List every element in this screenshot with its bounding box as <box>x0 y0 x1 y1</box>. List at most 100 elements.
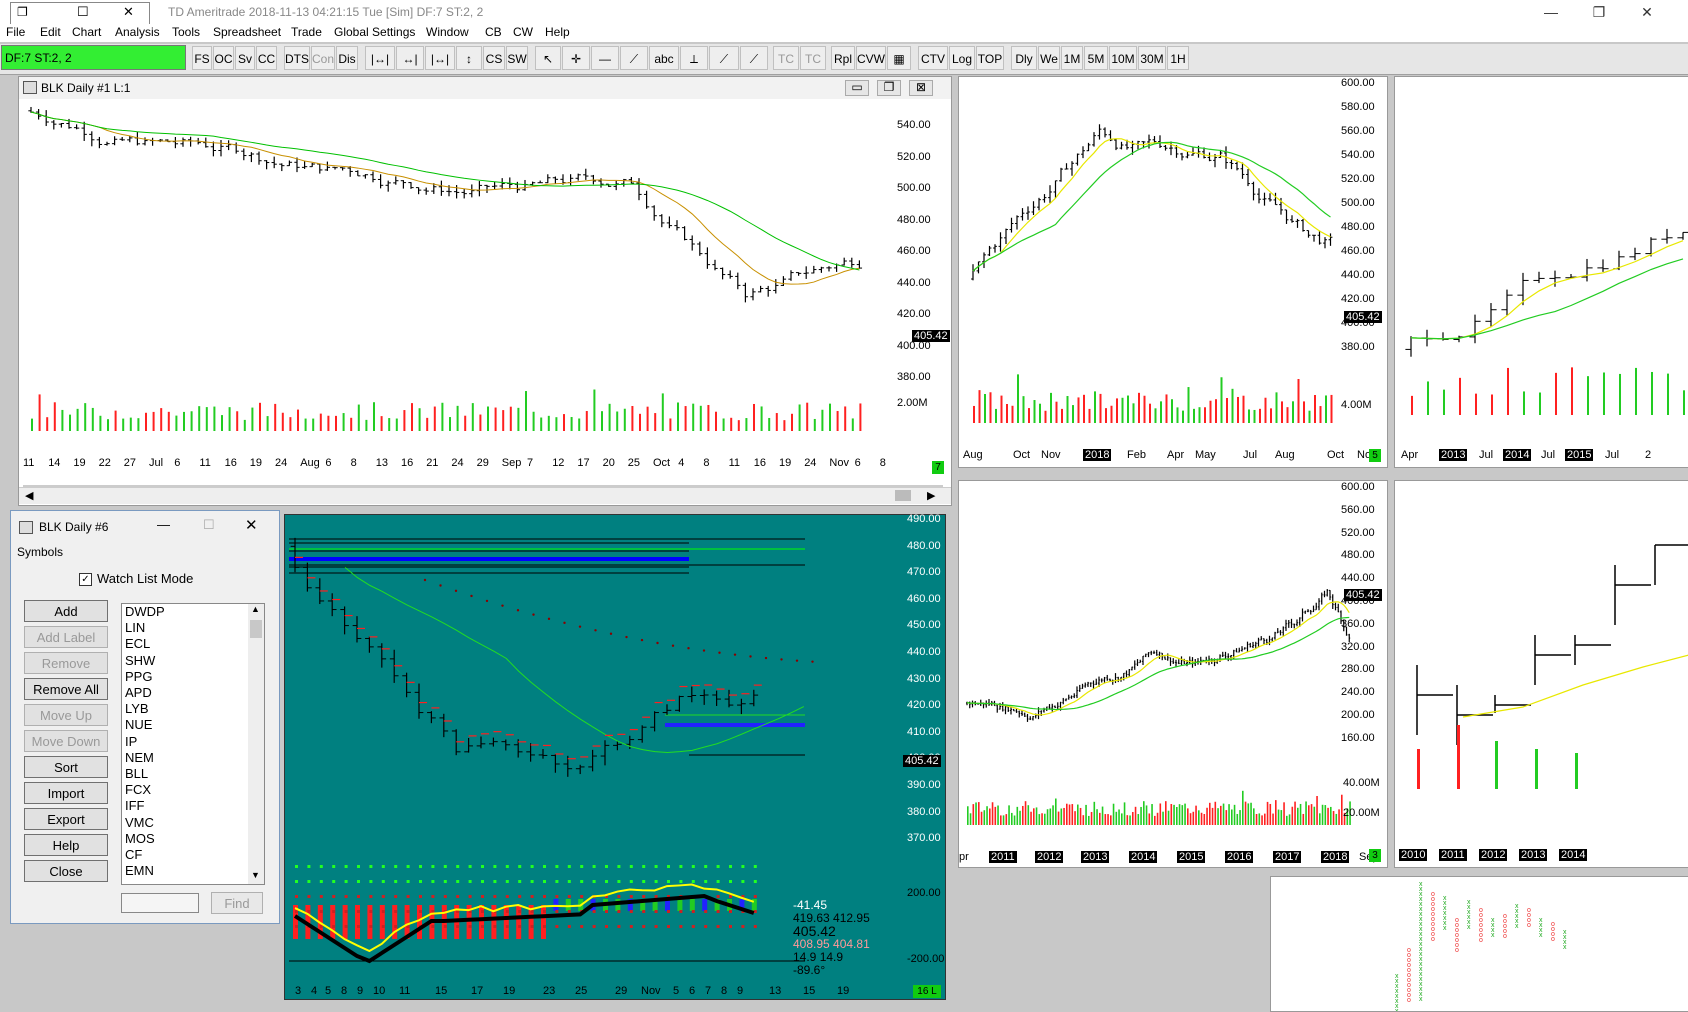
menu-chart[interactable]: Chart <box>72 25 101 39</box>
scroll-down-icon[interactable]: ▼ <box>251 870 260 880</box>
menu-trade[interactable]: Trade <box>291 25 322 39</box>
chart1-plot[interactable] <box>23 101 943 496</box>
symbol-list-item[interactable]: CF <box>125 847 142 863</box>
maximize-icon[interactable]: ☐ <box>77 4 89 20</box>
symbol-list-item[interactable]: APD <box>125 685 152 701</box>
watchlist-button-help[interactable]: Help <box>24 834 108 856</box>
menu-edit[interactable]: Edit <box>40 25 61 39</box>
toolbar-button-28[interactable]: TOP <box>976 46 1004 70</box>
chart2-plot[interactable] <box>965 81 1385 461</box>
watchlist-button-close[interactable]: Close <box>24 860 108 882</box>
symbol-list-item[interactable]: DWDP <box>125 604 165 620</box>
watch-list-mode-checkbox[interactable]: ✓ <box>79 573 92 586</box>
symbol-list-item[interactable]: NEM <box>125 750 154 766</box>
watchlist-window[interactable]: BLK Daily #6 — ☐ ✕ Symbols ✓ Watch List … <box>10 510 280 924</box>
chart5-plot[interactable] <box>1403 485 1688 861</box>
toolbar-button-4[interactable]: DTS <box>284 46 310 70</box>
menu-window[interactable]: Window <box>426 25 469 39</box>
menu-file[interactable]: File <box>6 25 25 39</box>
toolbar-button-33[interactable]: 10M <box>1109 46 1137 70</box>
symbol-list-item[interactable]: BLL <box>125 766 148 782</box>
toolbar-button-18[interactable]: ⟂ <box>680 46 708 70</box>
watchlist-button-sort[interactable]: Sort <box>24 756 108 778</box>
chart-point-figure[interactable]: xxxxxxxxoooooooooooxxxxxxxxxxxxxxxxxxxxx… <box>1270 876 1688 1012</box>
symbol-list-item[interactable]: LIN <box>125 620 145 636</box>
watchlist-button-remove-all[interactable]: Remove All <box>24 678 108 700</box>
menu-global-settings[interactable]: Global Settings <box>334 25 415 39</box>
close-button[interactable]: ✕ <box>1630 2 1664 22</box>
toolbar-button-20[interactable]: ⟋ <box>740 46 768 70</box>
toolbar-button-13[interactable]: ↖ <box>535 46 561 70</box>
toolbar-button-25[interactable]: ▦ <box>887 46 911 70</box>
toolbar-button-35[interactable]: 1H <box>1167 46 1189 70</box>
chart1-minimize-icon[interactable]: ▭ <box>845 80 869 96</box>
chart3-plot[interactable] <box>1403 81 1688 461</box>
toolbar-button-24[interactable]: CVW <box>856 46 886 70</box>
toolbar-button-19[interactable]: ⟋ <box>709 46 739 70</box>
toolbar-button-9[interactable]: |↔| <box>425 46 455 70</box>
menu-cw[interactable]: CW <box>513 25 533 39</box>
close-icon[interactable]: ✕ <box>123 4 134 20</box>
scroll-thumb[interactable] <box>250 620 262 638</box>
toolbar-button-32[interactable]: 5M <box>1084 46 1108 70</box>
toolbar-button-16[interactable]: ⟋ <box>620 46 648 70</box>
find-button[interactable]: Find <box>211 892 263 914</box>
chart-blk-daily-1[interactable]: BLK Daily #1 L:1 ▭ ❐ ⊠ 540.00 520.00 500.0… <box>18 76 952 506</box>
symbol-list[interactable]: DWDP LIN ECL SHW PPG APD LYB NUE IP NEM BLL FCX IFF V… <box>121 603 265 885</box>
symbol-list-item[interactable]: VMC <box>125 815 154 831</box>
symbol-list-item[interactable]: IP <box>125 734 137 750</box>
toolbar-button-5[interactable]: Con <box>311 46 335 70</box>
watchlist-button-move-down[interactable]: Move Down <box>24 730 108 752</box>
watchlist-button-move-up[interactable]: Move Up <box>24 704 108 726</box>
chart4-plot[interactable] <box>963 485 1383 861</box>
symbol-list-item[interactable]: ECL <box>125 636 150 652</box>
symbol-list-item[interactable]: EMN <box>125 863 154 879</box>
symbol-list-item[interactable]: PPG <box>125 669 152 685</box>
chart-weekly[interactable]: 600.00 580.00 560.00 540.00 520.00 500.00 480.… <box>958 76 1388 468</box>
restore-icon[interactable]: ❐ <box>17 5 28 19</box>
watchlist-button-add-label[interactable]: Add Label <box>24 626 108 648</box>
toolbar-button-23[interactable]: Rpl <box>831 46 855 70</box>
menu-spreadsheet[interactable]: Spreadsheet <box>213 25 281 39</box>
watchlist-button-remove[interactable]: Remove <box>24 652 108 674</box>
watchlist-minimize-icon[interactable]: — <box>157 517 170 532</box>
toolbar-button-21[interactable]: TC 1 <box>773 46 799 90</box>
watchlist-close-icon[interactable]: ✕ <box>245 516 258 534</box>
watchlist-menu-symbols[interactable]: Symbols <box>17 545 63 559</box>
toolbar-button-30[interactable]: We <box>1038 46 1060 70</box>
scroll-left-icon[interactable]: ◀ <box>25 489 33 502</box>
pf-plot[interactable]: xxxxxxxxoooooooooooxxxxxxxxxxxxxxxxxxxxx… <box>1271 877 1688 1011</box>
watchlist-button-import[interactable]: Import <box>24 782 108 804</box>
toolbar-button-34[interactable]: 30M <box>1138 46 1166 70</box>
toolbar-button-12[interactable]: SW <box>506 46 528 70</box>
toolbar-button-8[interactable]: ↔| <box>396 46 424 70</box>
toolbar-button-11[interactable]: CS <box>483 46 505 70</box>
scroll-right-icon[interactable]: ▶ <box>927 489 935 502</box>
toolbar-button-15[interactable]: — <box>591 46 619 70</box>
toolbar-button-14[interactable]: ✛ <box>562 46 590 70</box>
chart-intraday-teal[interactable]: 490.00 480.00 470.00 460.00 450.00 440.00 430.… <box>284 513 946 1000</box>
chart-yearly[interactable]: 2010 2011 2012 2013 2014 <box>1394 480 1688 868</box>
toolbar-button-10[interactable]: ↕ <box>456 46 482 70</box>
restore-button[interactable]: ❐ <box>1582 2 1616 22</box>
chart1-scrollbar[interactable]: ◀ ▶ <box>19 487 951 504</box>
toolbar-button-2[interactable]: Sv <box>235 46 255 70</box>
toolbar-button-1[interactable]: OC <box>213 46 234 70</box>
symbol-list-item[interactable]: IFF <box>125 798 145 814</box>
scroll-up-icon[interactable]: ▲ <box>251 604 260 614</box>
watchlist-button-add[interactable]: Add <box>24 600 108 622</box>
toolbar-button-27[interactable]: Log <box>949 46 975 70</box>
minimized-child-window[interactable]: ❐ ☐ ✕ <box>10 2 150 26</box>
symbol-list-scrollbar[interactable]: ▲ ▼ <box>248 604 264 884</box>
chart1-restore-icon[interactable]: ❐ <box>877 80 901 96</box>
toolbar-button-29[interactable]: Dly <box>1011 46 1037 70</box>
symbol-list-item[interactable]: NUE <box>125 717 152 733</box>
df-status-field[interactable]: DF:7 ST:2, 2 <box>1 45 186 70</box>
scroll-thumb[interactable] <box>895 490 911 501</box>
menu-cb[interactable]: CB <box>485 25 502 39</box>
toolbar-button-17[interactable]: abc <box>649 46 679 70</box>
toolbar-button-31[interactable]: 1M <box>1061 46 1083 70</box>
watchlist-button-export[interactable]: Export <box>24 808 108 830</box>
minimize-button[interactable]: — <box>1534 2 1568 22</box>
toolbar-button-26[interactable]: CTV <box>918 46 948 70</box>
